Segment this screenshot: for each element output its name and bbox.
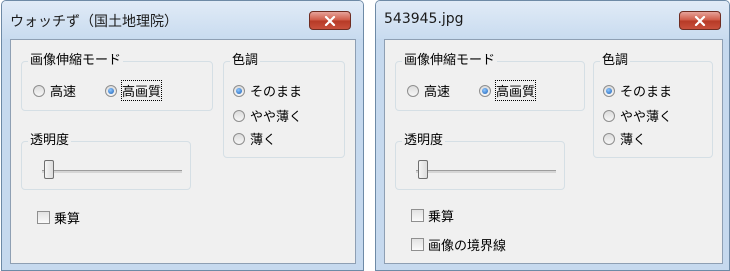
scale-mode-label: 画像伸縮モード [28,53,124,69]
radio-tone-as-is-button[interactable] [603,84,615,97]
radio-high-quality[interactable]: 高画質 [479,80,537,101]
radio-tone-light[interactable]: 薄く [603,129,646,148]
radio-tone-as-is-button[interactable] [233,84,245,97]
dialog-body: 画像伸縮モード 高速 高画質 色調 そのまま やや薄く 薄く [384,39,723,264]
image-border-label: 画像の境界線 [428,239,507,254]
radio-tone-slightly-light[interactable]: やや薄く [233,106,302,125]
close-x-icon [324,15,336,26]
radio-tone-slightly-light-button[interactable] [233,109,245,122]
radio-tone-as-is[interactable]: そのまま [603,81,672,100]
opacity-slider-thumb[interactable] [44,160,54,179]
radio-high-quality-button[interactable] [105,84,117,97]
radio-tone-light-label: 薄く [250,133,277,148]
radio-high-quality-label: 高画質 [120,80,163,101]
image-border-checkbox-row[interactable]: 画像の境界線 [411,235,506,254]
settings-window-1: ウォッチず（国土地理院） 画像伸縮モード 高速 高画質 色調 そのまま やや薄く… [1,0,364,271]
opacity-group: 透明度 [395,133,565,190]
tone-label: 色調 [230,53,261,69]
close-button[interactable] [679,11,721,30]
window-title: 543945.jpg [384,11,464,27]
multiply-checkbox[interactable] [37,211,50,224]
radio-tone-as-is-label: そのまま [620,85,673,100]
radio-tone-light-label: 薄く [620,133,647,148]
settings-window-2: 543945.jpg 画像伸縮モード 高速 高画質 色調 そのまま やや薄く 薄… [375,0,730,271]
radio-tone-slightly-light-label: やや薄く [620,110,673,125]
dialog-body: 画像伸縮モード 高速 高画質 色調 そのまま やや薄く 薄く [10,39,356,264]
multiply-label: 乗算 [428,210,455,225]
radio-tone-light-button[interactable] [233,132,245,145]
multiply-checkbox-row[interactable]: 乗算 [37,208,80,227]
radio-fast-button[interactable] [407,84,419,97]
radio-tone-as-is[interactable]: そのまま [233,81,302,100]
scale-mode-group: 画像伸縮モード 高速 高画質 [395,53,585,111]
multiply-checkbox[interactable] [411,209,424,222]
opacity-slider-track[interactable] [42,170,182,173]
radio-tone-slightly-light-button[interactable] [603,109,615,122]
radio-fast[interactable]: 高速 [33,81,76,100]
scale-mode-group: 画像伸縮モード 高速 高画質 [21,53,213,111]
opacity-group: 透明度 [21,133,191,190]
close-button[interactable] [309,11,351,30]
radio-high-quality-button[interactable] [479,84,491,97]
opacity-label: 透明度 [28,133,72,149]
multiply-label: 乗算 [54,212,81,227]
tone-group: 色調 そのまま やや薄く 薄く [593,53,713,158]
radio-high-quality[interactable]: 高画質 [105,80,163,101]
radio-tone-light[interactable]: 薄く [233,129,276,148]
radio-fast-label: 高速 [50,85,77,100]
radio-tone-slightly-light-label: やや薄く [250,110,303,125]
multiply-checkbox-row[interactable]: 乗算 [411,206,454,225]
window-title: ウォッチず（国土地理院） [10,14,178,30]
radio-tone-light-button[interactable] [603,132,615,145]
close-x-icon [694,15,706,26]
opacity-slider-thumb[interactable] [418,160,428,179]
title-bar[interactable]: ウォッチず（国土地理院） [2,1,363,39]
image-border-checkbox[interactable] [411,238,424,251]
radio-high-quality-label: 高画質 [494,80,537,101]
radio-fast-button[interactable] [33,84,45,97]
scale-mode-label: 画像伸縮モード [402,53,498,69]
radio-tone-as-is-label: そのまま [250,85,303,100]
opacity-label: 透明度 [402,133,446,149]
radio-tone-slightly-light[interactable]: やや薄く [603,106,672,125]
radio-fast[interactable]: 高速 [407,81,450,100]
opacity-slider-track[interactable] [416,170,556,173]
tone-group: 色調 そのまま やや薄く 薄く [223,53,345,158]
tone-label: 色調 [600,53,631,69]
title-bar[interactable]: 543945.jpg [376,1,729,39]
radio-fast-label: 高速 [424,85,451,100]
